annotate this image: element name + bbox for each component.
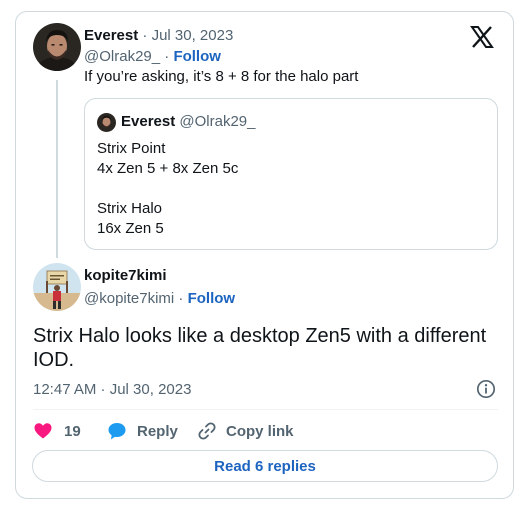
info-icon[interactable] — [476, 379, 496, 399]
main-author-name[interactable]: kopite7kimi — [84, 267, 167, 285]
reply-button[interactable]: Reply — [107, 420, 178, 442]
like-count: 19 — [64, 422, 81, 440]
parent-author-handle[interactable]: @Olrak29_ — [84, 48, 160, 65]
quoted-author-name: Everest — [121, 113, 176, 130]
quoted-line: Strix Point — [97, 140, 166, 157]
reply-label: Reply — [137, 422, 178, 440]
main-follow-link[interactable]: Follow — [188, 290, 236, 307]
thread-connector-line — [56, 80, 58, 258]
read-replies-button[interactable]: Read 6 replies — [32, 450, 498, 482]
like-button[interactable]: 19 — [33, 420, 81, 442]
main-handle-row: @kopite7kimi · Follow — [84, 290, 235, 308]
parent-tweet-text: If you’re asking, it’s 8 + 8 for the hal… — [84, 68, 359, 85]
quoted-line: 16x Zen 5 — [97, 220, 164, 237]
quoted-author-handle: @Olrak29_ — [179, 113, 256, 130]
quoted-line: Strix Halo — [97, 200, 163, 217]
link-icon — [198, 422, 216, 440]
copy-link-button[interactable]: Copy link — [197, 420, 294, 442]
copy-link-label: Copy link — [226, 422, 294, 440]
parent-tweet-header: Everest · Jul 30, 2023 — [84, 27, 233, 45]
quoted-line — [97, 179, 238, 199]
speech-bubble-icon — [108, 423, 126, 440]
main-follow-separator: · — [174, 290, 188, 307]
x-logo-icon[interactable] — [470, 26, 494, 48]
main-author-handle[interactable]: @kopite7kimi — [84, 290, 174, 307]
parent-date-separator: · — [138, 27, 152, 44]
parent-tweet-date[interactable]: Jul 30, 2023 — [152, 27, 234, 44]
parent-follow-separator: · — [160, 48, 174, 65]
quoted-avatar — [97, 113, 116, 132]
quoted-line: 4x Zen 5 + 8x Zen 5c — [97, 160, 239, 177]
main-tweet-text: Strix Halo looks like a desktop Zen5 wit… — [33, 325, 487, 371]
parent-author-name[interactable]: Everest — [84, 27, 138, 44]
quoted-tweet-header: Everest @Olrak29_ — [121, 113, 255, 131]
parent-follow-link[interactable]: Follow — [173, 48, 221, 65]
main-tweet-timestamp[interactable]: 12:47 AM · Jul 30, 2023 — [33, 381, 191, 399]
parent-handle-row: @Olrak29_ · Follow — [84, 48, 221, 66]
main-avatar[interactable] — [33, 263, 81, 311]
heart-icon — [34, 423, 52, 439]
actions-divider — [33, 409, 498, 410]
quoted-tweet-text: Strix Point 4x Zen 5 + 8x Zen 5c Strix H… — [97, 139, 238, 239]
parent-avatar[interactable] — [33, 23, 81, 71]
